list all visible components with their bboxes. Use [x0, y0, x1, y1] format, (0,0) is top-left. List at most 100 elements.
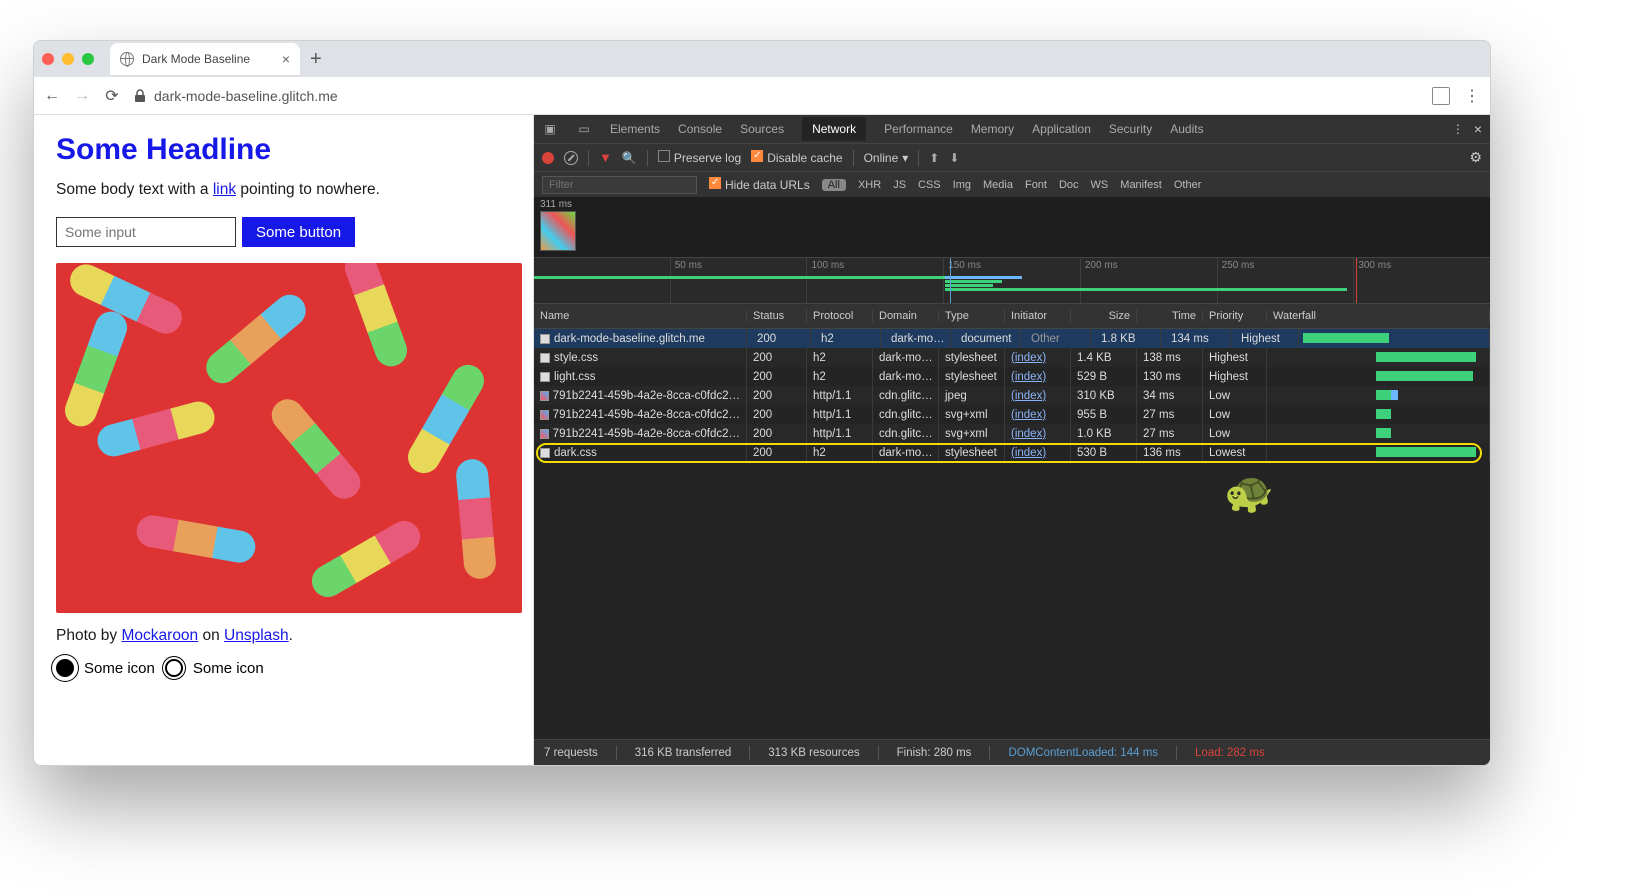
credit-author-link[interactable]: Mockaroon: [122, 627, 199, 644]
network-overview[interactable]: 311 ms: [534, 197, 1490, 257]
hero-image: [56, 263, 522, 613]
col-protocol[interactable]: Protocol: [807, 310, 873, 322]
preserve-log-checkbox[interactable]: Preserve log: [658, 150, 741, 165]
filter-type[interactable]: Doc: [1059, 179, 1079, 191]
turtle-emoji: 🐢: [1224, 469, 1274, 516]
filter-icon[interactable]: ▼: [599, 150, 612, 165]
submit-button[interactable]: Some button: [242, 217, 355, 247]
filter-type[interactable]: WS: [1091, 179, 1109, 191]
col-status[interactable]: Status: [747, 310, 807, 322]
text-input[interactable]: [56, 217, 236, 247]
inspect-icon[interactable]: ▣: [542, 122, 558, 136]
icon-row: Some icon Some icon: [56, 659, 511, 677]
devtools-close-icon[interactable]: ×: [1474, 121, 1482, 137]
disable-cache-checkbox[interactable]: Disable cache: [751, 150, 842, 165]
table-row[interactable]: light.css200h2dark-mo…stylesheet(index)5…: [534, 367, 1490, 386]
col-type[interactable]: Type: [939, 310, 1005, 322]
throttling-select[interactable]: Online ▾: [864, 151, 909, 165]
menu-icon[interactable]: ⋮: [1464, 88, 1480, 104]
form-row: Some button: [56, 217, 511, 247]
filter-type[interactable]: XHR: [858, 179, 881, 191]
filter-type[interactable]: Media: [983, 179, 1013, 191]
clear-icon[interactable]: [564, 151, 578, 165]
extension-icon[interactable]: [1432, 87, 1450, 105]
tab-security[interactable]: Security: [1109, 122, 1152, 136]
filter-type[interactable]: Img: [953, 179, 971, 191]
col-time[interactable]: Time: [1137, 310, 1203, 322]
network-table-body: dark-mode-baseline.glitch.me200h2dark-mo…: [534, 329, 1490, 739]
credit-site-link[interactable]: Unsplash: [224, 627, 289, 644]
filter-type[interactable]: Other: [1174, 179, 1202, 191]
col-size[interactable]: Size: [1071, 310, 1137, 322]
table-row[interactable]: 791b2241-459b-4a2e-8cca-c0fdc2…200http/1…: [534, 405, 1490, 424]
url-field[interactable]: dark-mode-baseline.glitch.me: [134, 88, 1418, 104]
table-row[interactable]: 791b2241-459b-4a2e-8cca-c0fdc2…200http/1…: [534, 424, 1490, 443]
table-row[interactable]: 791b2241-459b-4a2e-8cca-c0fdc2…200http/1…: [534, 386, 1490, 405]
tab-network[interactable]: Network: [802, 117, 866, 141]
col-waterfall[interactable]: Waterfall: [1267, 310, 1490, 322]
globe-icon: [120, 52, 134, 66]
tab-performance[interactable]: Performance: [884, 122, 953, 136]
url-text: dark-mode-baseline.glitch.me: [154, 88, 338, 104]
reload-icon[interactable]: ⟳: [104, 88, 120, 104]
devtools-menu-icon[interactable]: ⋮: [1452, 122, 1464, 136]
filter-type[interactable]: Font: [1025, 179, 1047, 191]
table-row[interactable]: dark-mode-baseline.glitch.me200h2dark-mo…: [534, 329, 1490, 348]
file-type-icon: [540, 448, 550, 458]
upload-icon[interactable]: ⬆: [929, 151, 939, 165]
network-toolbar: ▼ 🔍 Preserve log Disable cache Online ▾ …: [534, 143, 1490, 171]
icon-label: Some icon: [193, 660, 264, 677]
tab-elements[interactable]: Elements: [610, 122, 660, 136]
devtools-panel: ▣ ▭ Elements Console Sources Network Per…: [534, 115, 1490, 765]
browser-tab[interactable]: Dark Mode Baseline ×: [110, 43, 300, 75]
lock-icon: [134, 89, 146, 103]
network-table-header: Name Status Protocol Domain Type Initiat…: [534, 303, 1490, 329]
col-initiator[interactable]: Initiator: [1005, 310, 1071, 322]
status-requests: 7 requests: [544, 747, 598, 759]
body-text: Some body text with a link pointing to n…: [56, 181, 511, 199]
close-tab-icon[interactable]: ×: [282, 51, 290, 67]
record-icon[interactable]: [542, 152, 554, 164]
tab-strip: Dark Mode Baseline × +: [34, 41, 1490, 77]
content-area: Some Headline Some body text with a link…: [34, 115, 1490, 765]
icon-label: Some icon: [84, 660, 155, 677]
filter-type[interactable]: JS: [893, 179, 906, 191]
tab-audits[interactable]: Audits: [1170, 122, 1203, 136]
hide-data-urls-checkbox[interactable]: Hide data URLs: [709, 177, 810, 192]
device-icon[interactable]: ▭: [576, 122, 592, 136]
browser-window: Dark Mode Baseline × + ← → ⟳ dark-mode-b…: [33, 40, 1491, 766]
col-priority[interactable]: Priority: [1203, 310, 1267, 322]
status-resources: 313 KB resources: [768, 747, 859, 759]
status-finish: Finish: 280 ms: [897, 747, 972, 759]
filter-type[interactable]: Manifest: [1120, 179, 1162, 191]
download-icon[interactable]: ⬇: [949, 151, 959, 165]
file-type-icon: [540, 334, 550, 344]
tab-sources[interactable]: Sources: [740, 122, 784, 136]
filter-input[interactable]: [542, 176, 697, 194]
search-icon[interactable]: 🔍: [622, 151, 637, 165]
sun-icon: [56, 659, 74, 677]
forward-icon[interactable]: →: [74, 88, 90, 104]
maximize-window-icon[interactable]: [82, 53, 94, 65]
new-tab-button[interactable]: +: [310, 48, 322, 71]
overview-label: 311 ms: [540, 199, 572, 210]
table-row[interactable]: style.css200h2dark-mo…stylesheet(index)1…: [534, 348, 1490, 367]
tab-application[interactable]: Application: [1032, 122, 1091, 136]
sun-outline-icon: [165, 659, 183, 677]
file-type-icon: [540, 372, 550, 382]
settings-icon[interactable]: ⚙: [1469, 149, 1482, 166]
close-window-icon[interactable]: [42, 53, 54, 65]
tab-memory[interactable]: Memory: [971, 122, 1014, 136]
tab-console[interactable]: Console: [678, 122, 722, 136]
back-icon[interactable]: ←: [44, 88, 60, 104]
minimize-window-icon[interactable]: [62, 53, 74, 65]
body-link[interactable]: link: [213, 181, 236, 198]
col-domain[interactable]: Domain: [873, 310, 939, 322]
network-timeline[interactable]: 50 ms 100 ms 150 ms 200 ms 250 ms 300 ms: [534, 257, 1490, 303]
filter-type[interactable]: CSS: [918, 179, 941, 191]
table-row[interactable]: dark.css200h2dark-mo…stylesheet(index)53…: [534, 443, 1490, 462]
address-bar: ← → ⟳ dark-mode-baseline.glitch.me ⋮: [34, 77, 1490, 115]
filter-type-all[interactable]: All: [822, 179, 846, 191]
col-name[interactable]: Name: [534, 310, 747, 322]
file-type-icon: [540, 410, 549, 420]
